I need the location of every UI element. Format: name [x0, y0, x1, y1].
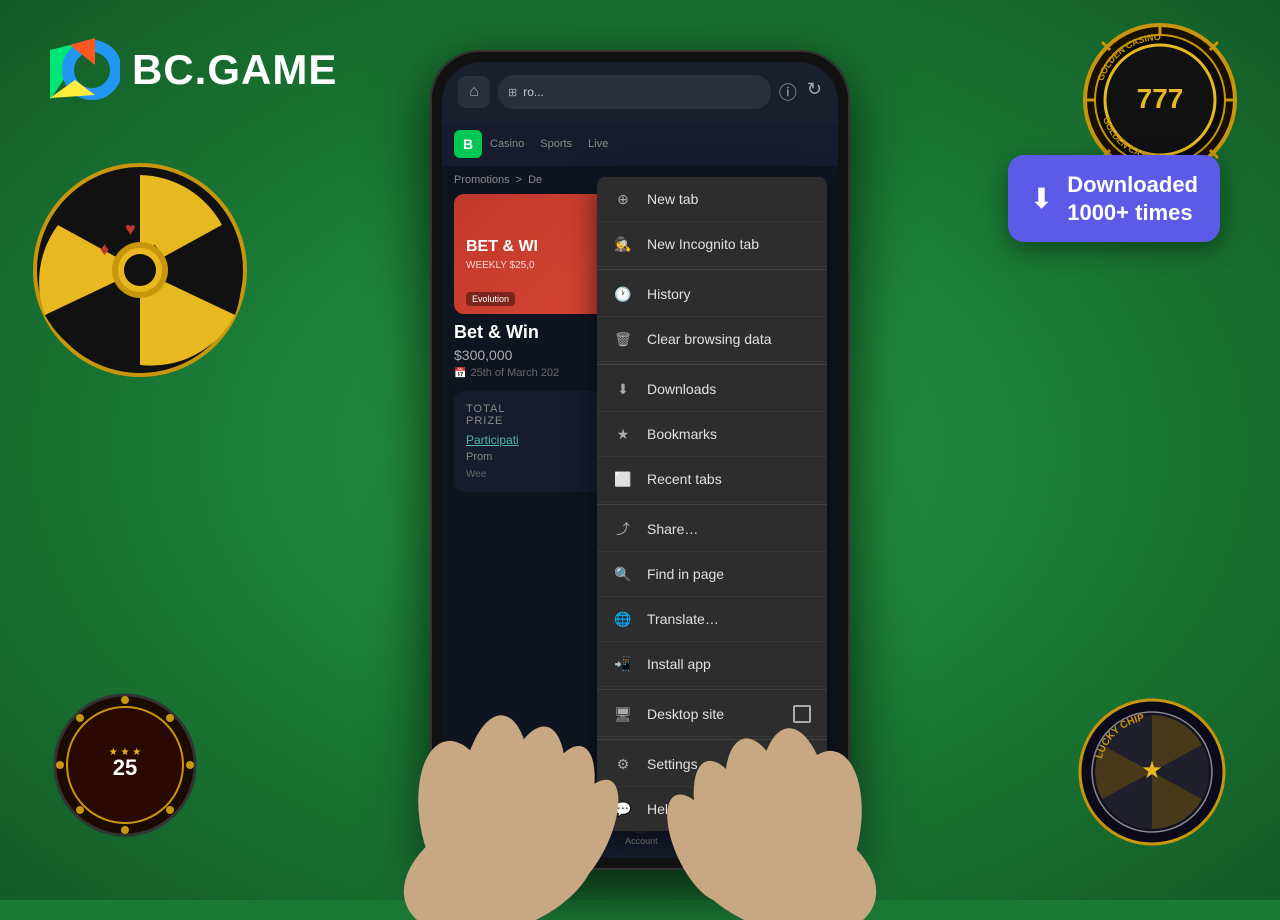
new-tab-label: New tab: [647, 191, 698, 207]
menu-item-desktop-site[interactable]: 🖥 Desktop site: [597, 692, 827, 737]
recent-tabs-icon: ⬜: [613, 469, 633, 489]
svg-text:★: ★: [1141, 757, 1163, 784]
downloaded-text: Downloaded 1000+ times: [1067, 171, 1198, 226]
site-header: B Casino Sports Live: [442, 122, 838, 166]
settings-label: Settings: [647, 756, 698, 772]
menu-item-downloads[interactable]: ⬇ Downloads: [597, 367, 827, 412]
incognito-label: New Incognito tab: [647, 236, 759, 252]
refresh-icon[interactable]: ↻: [807, 79, 822, 105]
wheel-chip-left: ♥ ♠ ♣ ♦: [30, 160, 250, 380]
download-arrow-icon: ⬇: [1030, 185, 1053, 213]
evolution-badge: Evolution: [466, 292, 515, 306]
menu-item-install-app[interactable]: 📲 Install app: [597, 642, 827, 687]
downloaded-badge: ⬇ Downloaded 1000+ times: [1008, 155, 1220, 242]
url-text: ro...: [523, 85, 544, 99]
svg-text:777: 777: [1137, 83, 1184, 114]
menu-item-share[interactable]: ⤴ Share…: [597, 507, 827, 552]
menu-item-new-tab[interactable]: ⊕ New tab: [597, 177, 827, 222]
find-icon: 🔍: [613, 564, 633, 584]
settings-icon: ⚙: [613, 754, 633, 774]
menu-item-bookmarks[interactable]: ★ Bookmarks: [597, 412, 827, 457]
bookmarks-icon: ★: [613, 424, 633, 444]
phone: ⌂ ⊞ ro... ⓘ ↻ B Casino Sports: [430, 50, 850, 870]
wallet-label: Wallet: [495, 836, 520, 846]
promo-title: BET & WI: [466, 237, 538, 256]
menu-item-help[interactable]: 💬 Help & feedback: [597, 787, 827, 831]
install-label: Install app: [647, 656, 711, 672]
menu-divider-4: [597, 689, 827, 690]
menu-divider-5: [597, 739, 827, 740]
clear-browsing-label: Clear browsing data: [647, 331, 772, 347]
desktop-site-checkbox[interactable]: [793, 705, 811, 723]
menu-item-find-in-page[interactable]: 🔍 Find in page: [597, 552, 827, 597]
svg-text:♦: ♦: [100, 239, 109, 259]
menu-divider-2: [597, 364, 827, 365]
recent-tabs-label: Recent tabs: [647, 471, 722, 487]
svg-text:♥: ♥: [125, 219, 136, 239]
history-icon: 🕐: [613, 284, 633, 304]
menu-divider-1: [597, 269, 827, 270]
promo-subtitle: WEEKLY $25,0: [466, 260, 538, 271]
share-label: Share…: [647, 521, 698, 537]
logo-area: BC.GAME: [40, 30, 337, 110]
phone-screen: ⌂ ⊞ ro... ⓘ ↻ B Casino Sports: [442, 62, 838, 858]
promo-label: Prom: [466, 451, 492, 463]
menu-item-settings[interactable]: ⚙ Settings: [597, 742, 827, 787]
logo-text: BC.GAME: [132, 46, 337, 94]
info-icon[interactable]: ⓘ: [779, 79, 797, 105]
share-icon: ⤴: [613, 519, 633, 539]
home-button[interactable]: ⌂: [458, 76, 490, 108]
incognito-icon: 🕵: [613, 234, 633, 254]
lucky-chip-right: ★ LUCKY CHIP: [1075, 695, 1230, 850]
site-nav: Casino Sports Live: [490, 138, 608, 150]
menu-item-clear-browsing[interactable]: 🗑 Clear browsing data: [597, 317, 827, 362]
bookmarks-label: Bookmarks: [647, 426, 717, 442]
downloads-label: Downloads: [647, 381, 716, 397]
menu-item-recent-tabs[interactable]: ⬜ Recent tabs: [597, 457, 827, 502]
menu-item-history[interactable]: 🕐 History: [597, 272, 827, 317]
desktop-label: Desktop site: [647, 706, 724, 722]
history-label: History: [647, 286, 691, 302]
browser-icons: ⓘ ↻: [779, 79, 822, 105]
find-label: Find in page: [647, 566, 724, 582]
phone-body: ⌂ ⊞ ro... ⓘ ↻ B Casino Sports: [430, 50, 850, 870]
help-icon: 💬: [613, 799, 633, 819]
translate-label: Translate…: [647, 611, 719, 627]
svg-text:25: 25: [113, 755, 137, 780]
translate-icon: 🌐: [613, 609, 633, 629]
phone-top-bar: ⌂ ⊞ ro... ⓘ ↻: [442, 62, 838, 122]
url-bar[interactable]: ⊞ ro...: [498, 75, 771, 109]
menu-divider-3: [597, 504, 827, 505]
downloads-icon: ⬇: [613, 379, 633, 399]
chat-label: Chat: [765, 836, 784, 846]
bcgame-logo-icon: [40, 30, 120, 110]
install-icon: 📲: [613, 654, 633, 674]
nav-wallet[interactable]: ☕ Wallet: [495, 812, 520, 846]
clear-browsing-icon: 🗑: [613, 329, 633, 349]
new-tab-icon: ⊕: [613, 189, 633, 209]
help-label: Help & feedback: [647, 801, 750, 817]
desktop-icon: 🖥: [613, 704, 633, 724]
site-logo: B: [454, 130, 482, 158]
menu-item-translate[interactable]: 🌐 Translate…: [597, 597, 827, 642]
account-label: Account: [625, 836, 658, 846]
menu-item-new-incognito[interactable]: 🕵 New Incognito tab: [597, 222, 827, 267]
chip-25-left: ★ ★ ★ 25: [50, 690, 200, 840]
context-menu: ⊕ New tab 🕵 New Incognito tab 🕐 History …: [597, 177, 827, 831]
wallet-icon: ☕: [496, 812, 518, 834]
site-content: B Casino Sports Live Promotions > De: [442, 122, 838, 858]
